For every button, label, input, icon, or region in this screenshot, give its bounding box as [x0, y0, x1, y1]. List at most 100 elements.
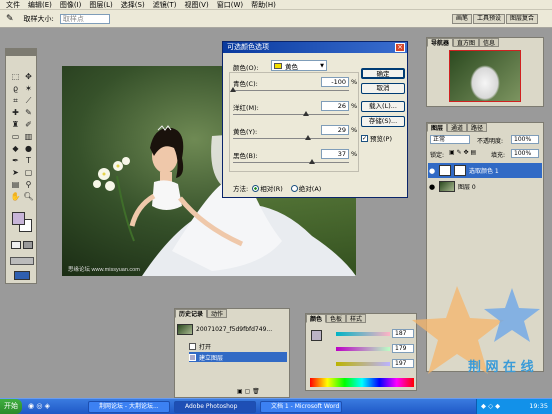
tab-color[interactable]: 颜色	[306, 314, 327, 323]
menu-file[interactable]: 文件	[6, 0, 20, 10]
fg-color-chip[interactable]	[311, 330, 322, 341]
color-slider-b[interactable]	[336, 362, 390, 366]
cancel-button[interactable]: 取消	[361, 83, 405, 94]
eye-icon[interactable]: ●	[428, 167, 436, 175]
layer-row[interactable]: ● 图层 0	[428, 179, 542, 194]
notes-icon[interactable]: ▤	[9, 179, 22, 190]
color-select[interactable]: 黄色 ▼	[271, 60, 327, 71]
toolbox-grip[interactable]	[6, 49, 36, 56]
menu-help[interactable]: 帮助(H)	[251, 0, 276, 10]
tab-info[interactable]: 信息	[479, 38, 500, 47]
eyedropper-tool-icon[interactable]: ⚲	[22, 179, 35, 190]
tab-history[interactable]: 历史记录	[175, 309, 208, 318]
slider-thumb[interactable]	[309, 159, 316, 164]
navigator-thumbnail[interactable]	[449, 50, 521, 102]
fill-input[interactable]: 100%	[511, 149, 539, 158]
yellow-value-input[interactable]: 29	[321, 125, 349, 135]
eyedropper-icon[interactable]: ✎	[6, 14, 14, 24]
gradient-icon[interactable]: ▥	[22, 131, 35, 142]
menu-window[interactable]: 窗口(W)	[217, 0, 243, 10]
dodge-icon[interactable]: ●	[22, 143, 35, 154]
radio-absolute[interactable]: 绝对(A)	[290, 183, 321, 193]
tab-swatches[interactable]: 色板	[326, 314, 347, 323]
history-brush-icon[interactable]: ✐	[22, 119, 35, 130]
taskbar-button-word[interactable]: 文档 1 - Microsoft Word	[260, 401, 342, 413]
move-icon[interactable]: ✥	[22, 71, 35, 82]
marquee-icon[interactable]: ⬚	[9, 71, 22, 82]
menu-edit[interactable]: 编辑(E)	[28, 0, 52, 10]
menu-image[interactable]: 图像(I)	[60, 0, 82, 10]
ok-button[interactable]: 确定	[361, 68, 405, 79]
close-icon[interactable]: ×	[395, 43, 405, 52]
quickmask-on-icon[interactable]	[23, 241, 33, 249]
hand-icon[interactable]: ✋	[9, 191, 22, 202]
load-button[interactable]: 载入(L)...	[361, 101, 405, 112]
blur-icon[interactable]: ◆	[9, 143, 22, 154]
tab-channels[interactable]: 通道	[447, 123, 468, 132]
taskbar-button-photoshop[interactable]: Adobe Photoshop	[174, 401, 256, 413]
brush-icon[interactable]: ✎	[22, 107, 35, 118]
dock-tab-presets[interactable]: 工具预设	[473, 14, 506, 24]
tab-styles[interactable]: 样式	[346, 314, 367, 323]
tab-paths[interactable]: 路径	[467, 123, 488, 132]
lock-icon[interactable]: ▣ ✎ ✥ ▤	[449, 149, 476, 156]
lasso-icon[interactable]: ϱ	[9, 83, 22, 94]
history-item[interactable]: 建立图层	[189, 352, 287, 362]
color-value-b[interactable]: 197	[392, 359, 414, 368]
shape-icon[interactable]: ▢	[22, 167, 35, 178]
screen-mode-icon[interactable]	[10, 257, 34, 265]
tab-layers[interactable]: 图层	[427, 123, 448, 132]
save-button[interactable]: 存储(S)...	[361, 116, 405, 127]
stamp-icon[interactable]: ♜	[9, 119, 22, 130]
history-item[interactable]: 打开	[189, 341, 287, 351]
sample-size-select[interactable]: 取样点	[59, 13, 110, 24]
healing-icon[interactable]: ✚	[9, 107, 22, 118]
menu-filter[interactable]: 滤镜(T)	[153, 0, 177, 10]
color-value-r[interactable]: 187	[392, 329, 414, 338]
start-button[interactable]: 开始	[0, 399, 22, 414]
radio-relative[interactable]: 相对(R)	[252, 183, 283, 193]
slider-track[interactable]	[233, 162, 349, 163]
path-select-icon[interactable]: ➤	[9, 167, 22, 178]
layer-row[interactable]: ● 选取颜色 1	[428, 163, 542, 178]
tab-histogram[interactable]: 直方图	[453, 38, 480, 47]
color-ramp[interactable]	[310, 378, 414, 387]
menu-layer[interactable]: 图层(L)	[89, 0, 112, 10]
slider-track[interactable]	[233, 90, 349, 91]
preview-checkbox[interactable]: ✓ 预览(P)	[361, 133, 392, 143]
history-footer-icons[interactable]: ▣ ▢ 🗑︎	[237, 388, 260, 395]
menu-select[interactable]: 选择(S)	[121, 0, 145, 10]
eraser-icon[interactable]: ▭	[9, 131, 22, 142]
color-value-g[interactable]: 179	[392, 344, 414, 353]
slider-track[interactable]	[233, 138, 349, 139]
menu-view[interactable]: 视图(V)	[184, 0, 208, 10]
slider-thumb[interactable]	[230, 87, 236, 92]
opacity-input[interactable]: 100%	[511, 135, 539, 144]
dock-tab-brushes[interactable]: 画笔	[452, 14, 473, 24]
tab-actions[interactable]: 动作	[207, 309, 228, 318]
magic-wand-icon[interactable]: ✶	[22, 83, 35, 94]
taskbar-button-forum[interactable]: 荆网论坛 - 大荆论坛...	[88, 401, 170, 413]
eye-icon[interactable]: ●	[428, 183, 436, 191]
imageready-icon[interactable]	[14, 271, 30, 280]
quickmask-icon[interactable]	[11, 241, 21, 249]
tray-icons[interactable]: ◆ ◇ ◆	[477, 399, 500, 414]
foreground-color-swatch[interactable]	[12, 212, 25, 225]
dock-tab-comps[interactable]: 图层复合	[506, 14, 539, 24]
crop-icon[interactable]: ⌗	[9, 95, 22, 106]
tab-navigator[interactable]: 导航器	[427, 38, 454, 47]
blend-mode-select[interactable]: 正常	[430, 135, 470, 144]
slider-thumb[interactable]	[303, 111, 310, 116]
black-value-input[interactable]: 37	[321, 149, 349, 159]
cyan-value-input[interactable]: -100	[321, 77, 349, 87]
pen-icon[interactable]: ✒	[9, 155, 22, 166]
slider-track[interactable]	[233, 114, 349, 115]
zoom-icon[interactable]: 🔍︎	[22, 191, 35, 202]
magenta-value-input[interactable]: 26	[321, 101, 349, 111]
history-snapshot[interactable]: 20071027_f5d9fbfd749...	[177, 322, 287, 336]
slice-icon[interactable]: ⟋	[22, 95, 35, 106]
color-slider-r[interactable]	[336, 332, 390, 336]
color-slider-g[interactable]	[336, 347, 390, 351]
quicklaunch-icons[interactable]: ◉ ◎ ◈	[28, 402, 50, 410]
slider-thumb[interactable]	[304, 135, 311, 140]
